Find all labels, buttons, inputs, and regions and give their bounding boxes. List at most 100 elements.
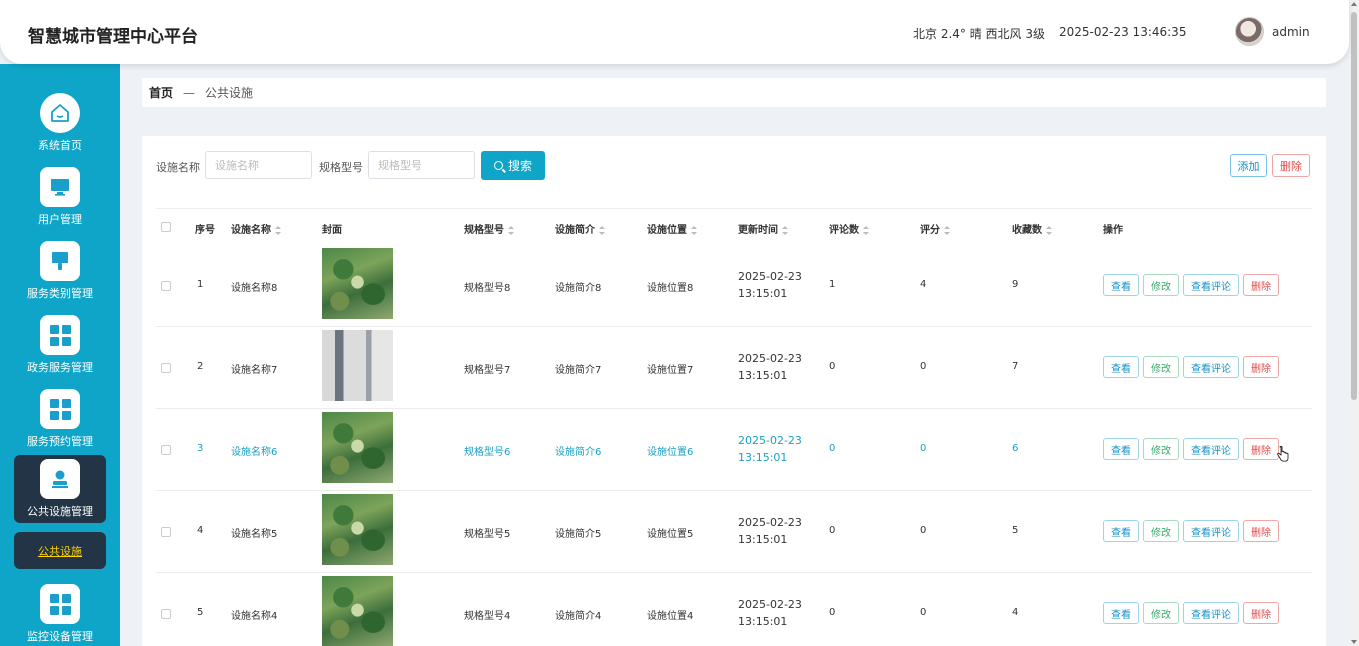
view-comments-button[interactable]: 查看评论	[1183, 438, 1239, 460]
spec-model-input[interactable]	[368, 151, 475, 179]
top-header: 智慧城市管理中心平台 北京 2.4° 晴 西北风 3级 2025-02-23 1…	[0, 0, 1349, 64]
sidebar-item-appointment[interactable]: 服务预约管理	[14, 385, 106, 455]
row-checkbox[interactable]	[161, 527, 171, 537]
cell-updated: 2025-02-23 13:15:01	[738, 270, 802, 300]
select-all-checkbox[interactable]	[161, 222, 171, 232]
sort-icon	[691, 225, 697, 235]
row-checkbox[interactable]	[161, 281, 171, 291]
facility-name-input[interactable]	[205, 151, 312, 179]
view-comments-button[interactable]: 查看评论	[1183, 520, 1239, 542]
table-row[interactable]: 4 设施名称5 规格型号5 设施简介5 设施位置5 0 0 5 2025-02-23 13:15…	[156, 491, 1312, 573]
sidebar-item-label: 服务预约管理	[27, 435, 93, 448]
delete-button[interactable]: 删除	[1243, 356, 1279, 378]
cell-name: 设施名称6	[231, 447, 278, 458]
col-favorites[interactable]: 收藏数	[1012, 221, 1052, 236]
breadcrumb-home[interactable]: 首页	[149, 84, 173, 101]
view-button[interactable]: 查看	[1103, 520, 1139, 542]
search-button[interactable]: 搜索	[481, 151, 545, 180]
datetime: 2025-02-23 13:46:35	[1059, 25, 1187, 39]
col-cover: 封面	[322, 225, 342, 236]
view-comments-button[interactable]: 查看评论	[1183, 274, 1239, 296]
vertical-scrollbar[interactable]	[1349, 0, 1359, 646]
sidebar-subitem-public-facilities[interactable]: 公共设施	[14, 532, 106, 569]
sort-icon	[508, 225, 514, 235]
sidebar-item-home[interactable]: 系统首页	[14, 89, 106, 159]
delete-button[interactable]: 删除	[1243, 274, 1279, 296]
sidebar-item-service-category[interactable]: 服务类别管理	[14, 237, 106, 307]
row-actions: 查看 修改 查看评论 删除	[1103, 356, 1279, 378]
sidebar-item-monitor-devices[interactable]: 监控设备管理	[14, 580, 106, 646]
delete-button[interactable]: 删除	[1243, 438, 1279, 460]
grid-icon	[40, 315, 80, 355]
filter-name-label: 设施名称	[156, 161, 200, 174]
cell-index: 4	[197, 525, 204, 536]
edit-button[interactable]: 修改	[1143, 438, 1179, 460]
cell-favorites: 4	[1012, 607, 1019, 618]
cell-location: 设施位置5	[647, 529, 694, 540]
avatar[interactable]	[1235, 17, 1264, 46]
table-row[interactable]: 1 设施名称8 规格型号8 设施简介8 设施位置8 1 4 9 2025-02-23 13:15…	[156, 245, 1312, 327]
edit-button[interactable]: 修改	[1143, 356, 1179, 378]
scroll-down-arrow-icon[interactable]	[1351, 640, 1357, 644]
row-actions: 查看 修改 查看评论 删除	[1103, 274, 1279, 296]
edit-button[interactable]: 修改	[1143, 274, 1179, 296]
col-intro[interactable]: 设施简介	[555, 221, 605, 236]
table-row[interactable]: 3 设施名称6 规格型号6 设施简介6 设施位置6 0 0 6 2025-02-23 13:15…	[156, 409, 1312, 491]
sort-icon	[599, 225, 605, 235]
sidebar-item-label: 系统首页	[38, 139, 82, 152]
row-checkbox[interactable]	[161, 445, 171, 455]
col-location[interactable]: 设施位置	[647, 221, 697, 236]
view-button[interactable]: 查看	[1103, 274, 1139, 296]
col-spec[interactable]: 规格型号	[464, 221, 514, 236]
view-button[interactable]: 查看	[1103, 356, 1139, 378]
scroll-up-arrow-icon[interactable]	[1351, 2, 1357, 6]
cell-spec: 规格型号8	[464, 283, 511, 294]
cell-updated: 2025-02-23 13:15:01	[738, 434, 802, 464]
cell-location: 设施位置7	[647, 365, 694, 376]
cover-image	[322, 330, 393, 401]
row-actions: 查看 修改 查看评论 删除	[1103, 520, 1279, 542]
cell-updated: 2025-02-23 13:15:01	[738, 598, 802, 628]
table-row[interactable]: 5 设施名称4 规格型号4 设施简介4 设施位置4 0 0 4 2025-02-23 13:15…	[156, 573, 1312, 646]
view-comments-button[interactable]: 查看评论	[1183, 602, 1239, 624]
row-actions: 查看 修改 查看评论 删除	[1103, 438, 1279, 460]
add-button[interactable]: 添加	[1230, 154, 1267, 177]
cell-favorites: 5	[1012, 525, 1019, 536]
view-comments-button[interactable]: 查看评论	[1183, 356, 1239, 378]
col-comments[interactable]: 评论数	[829, 221, 869, 236]
cell-name: 设施名称7	[231, 365, 278, 376]
col-rating[interactable]: 评分	[920, 221, 950, 236]
cell-index: 2	[197, 361, 204, 372]
sidebar-item-facilities[interactable]: 公共设施管理	[14, 455, 106, 523]
delete-button[interactable]: 删除	[1243, 602, 1279, 624]
cell-favorites: 9	[1012, 279, 1019, 290]
cell-index: 5	[197, 607, 204, 618]
sidebar-item-gov-service[interactable]: 政务服务管理	[14, 311, 106, 381]
sidebar-item-label: 政务服务管理	[27, 361, 93, 374]
scroll-thumb[interactable]	[1351, 12, 1357, 400]
cell-rating: 0	[920, 443, 927, 454]
breadcrumb-separator: —	[183, 85, 196, 100]
view-button[interactable]: 查看	[1103, 602, 1139, 624]
breadcrumb-current: 公共设施	[205, 86, 254, 100]
cell-spec: 规格型号4	[464, 611, 511, 622]
cell-index: 1	[197, 279, 204, 290]
row-actions: 查看 修改 查看评论 删除	[1103, 602, 1279, 624]
row-checkbox[interactable]	[161, 363, 171, 373]
row-checkbox[interactable]	[161, 609, 171, 619]
sidebar-item-users[interactable]: 用户管理	[14, 163, 106, 233]
delete-button[interactable]: 删除	[1243, 520, 1279, 542]
view-button[interactable]: 查看	[1103, 438, 1139, 460]
batch-delete-button[interactable]: 删除	[1272, 154, 1310, 177]
col-name[interactable]: 设施名称	[231, 221, 281, 236]
cell-favorites: 6	[1012, 443, 1019, 454]
cell-intro: 设施简介4	[555, 611, 602, 622]
username[interactable]: admin	[1272, 25, 1310, 39]
col-updated[interactable]: 更新时间	[738, 221, 788, 236]
search-icon	[493, 161, 503, 170]
sidebar: 系统首页 用户管理 服务类别管理 政务服务管理 服务预约管理 公共设施管理 公共…	[0, 64, 120, 646]
table-row[interactable]: 2 设施名称7 规格型号7 设施简介7 设施位置7 0 0 7 2025-02-23 13:15…	[156, 327, 1312, 409]
col-actions: 操作	[1103, 225, 1123, 236]
edit-button[interactable]: 修改	[1143, 602, 1179, 624]
edit-button[interactable]: 修改	[1143, 520, 1179, 542]
